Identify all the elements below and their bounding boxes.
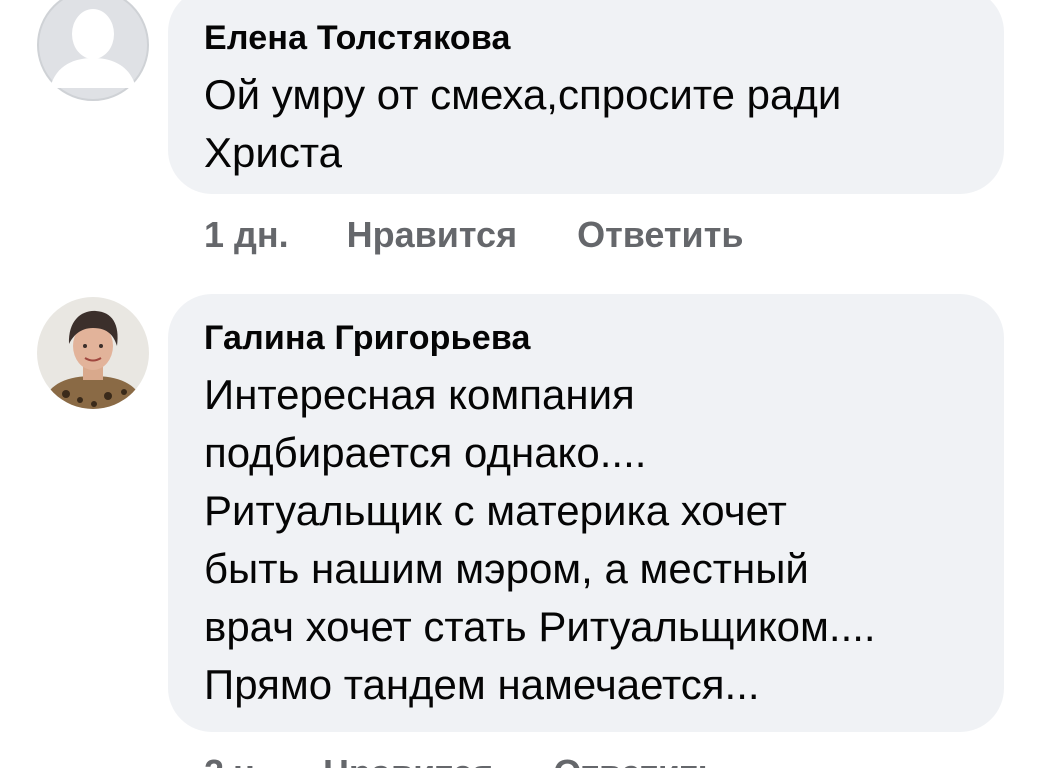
comment-author[interactable]: Галина Григорьева xyxy=(204,316,974,360)
avatar[interactable] xyxy=(36,0,150,102)
comment-bubble: Галина Григорьева Интересная компания по… xyxy=(168,294,1004,732)
comment-text: Интересная компания подбирается однако..… xyxy=(204,371,876,708)
reply-button[interactable]: Ответить xyxy=(553,752,719,768)
user-photo xyxy=(37,297,149,409)
comment-author[interactable]: Елена Толстякова xyxy=(204,16,974,60)
like-button[interactable]: Нравится xyxy=(323,752,493,768)
comment-bubble: Елена Толстякова Ой умру от смеха,спроси… xyxy=(168,0,1004,194)
like-button[interactable]: Нравится xyxy=(347,214,517,256)
comment-timestamp[interactable]: 2 ч. xyxy=(204,752,265,768)
comment-text: Ой умру от смеха,спросите ради Христа xyxy=(204,71,842,176)
comment-timestamp[interactable]: 1 дн. xyxy=(204,214,289,256)
comment-actions: 1 дн. Нравится Ответить xyxy=(204,214,803,256)
comment-actions: 2 ч. Нравится Ответить xyxy=(204,752,780,768)
default-profile-silhouette-icon xyxy=(37,0,149,101)
avatar[interactable] xyxy=(36,296,150,410)
reply-button[interactable]: Ответить xyxy=(577,214,743,256)
comment-feed: Елена Толстякова Ой умру от смеха,спроси… xyxy=(0,0,1039,768)
